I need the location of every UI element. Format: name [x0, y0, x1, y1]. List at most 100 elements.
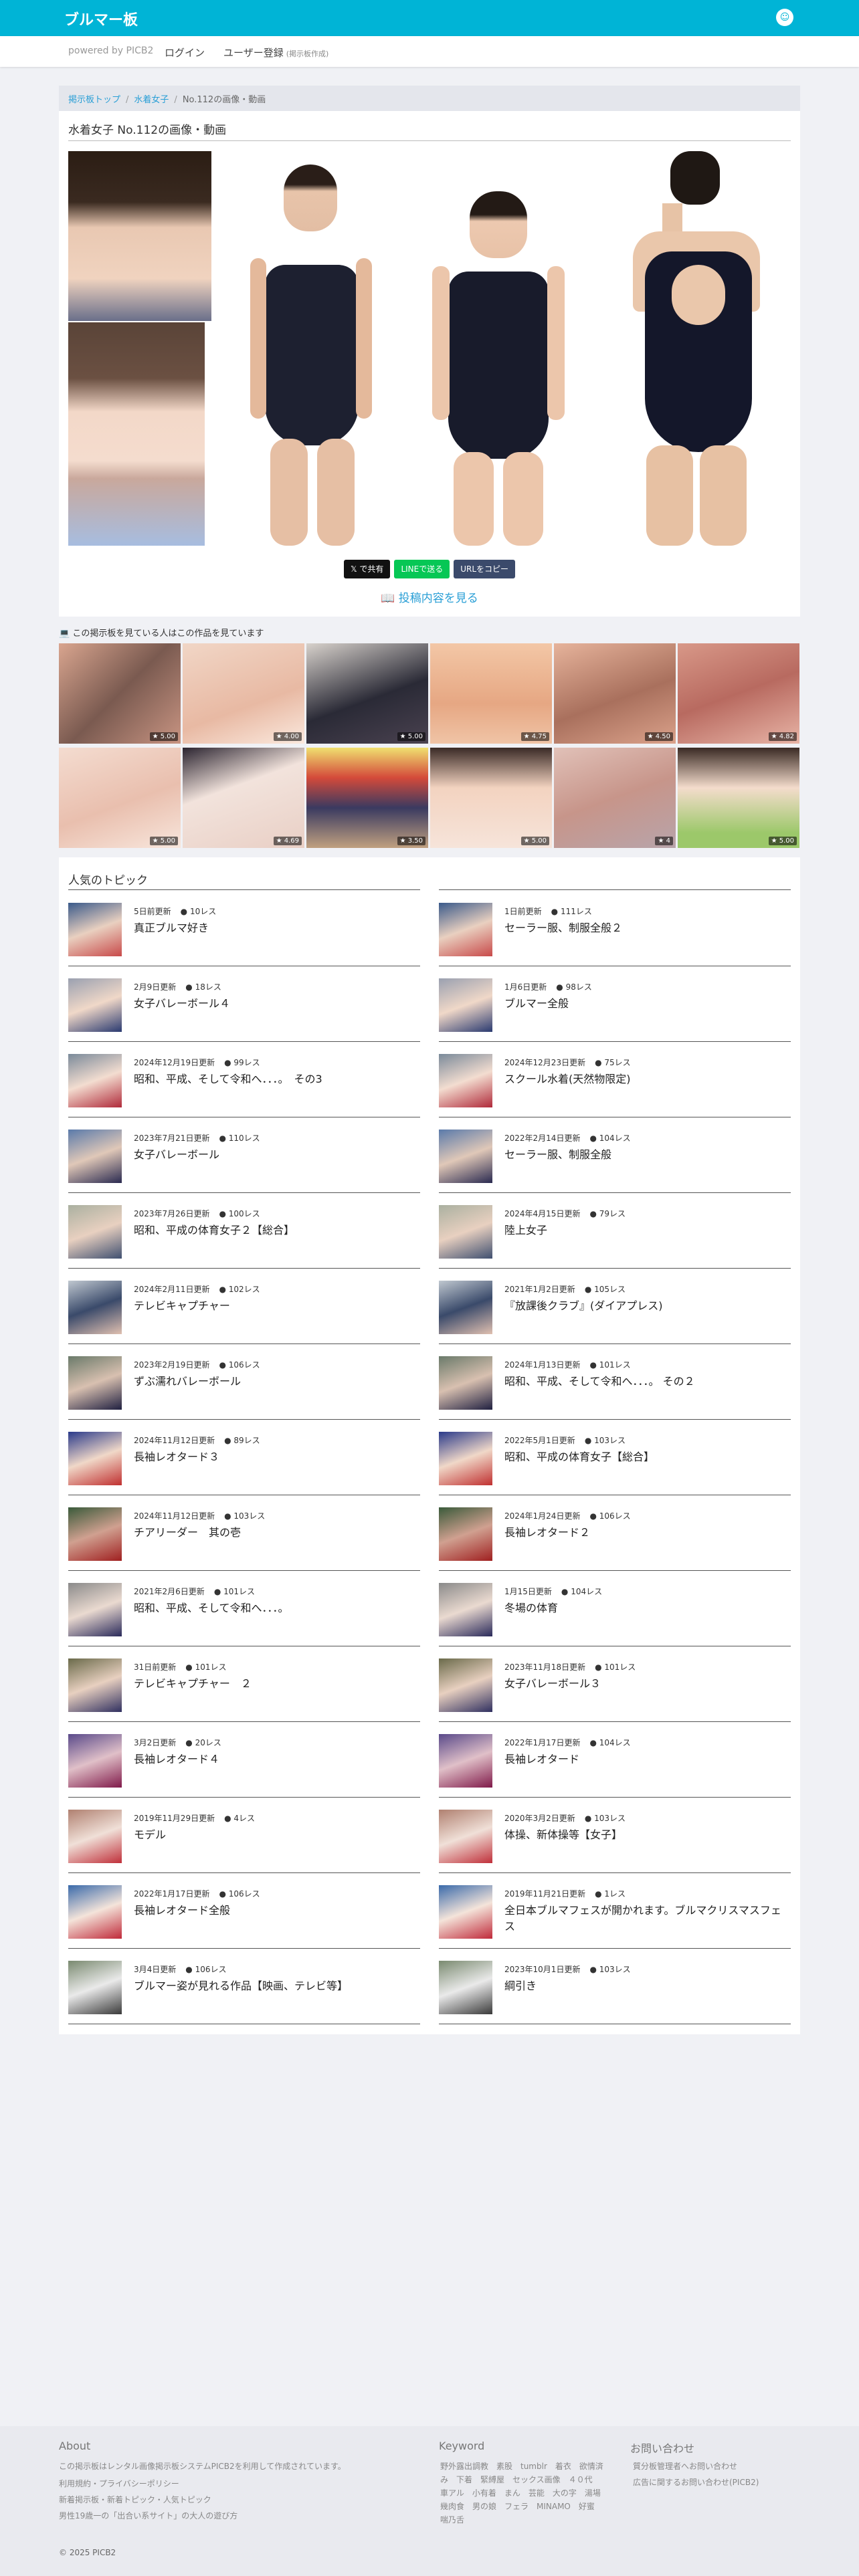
topic-row[interactable]: 2024年12月23日更新 ● 75レス スクール水着(天然物限定) — [439, 1042, 791, 1117]
topic-title[interactable]: 長袖レオタード３ — [134, 1449, 415, 1465]
topic-row[interactable]: 2023年2月19日更新 ● 106レス ずぶ濡れバレーボール — [68, 1344, 420, 1420]
work-thumbnail[interactable]: ★ 4.75 — [430, 643, 552, 744]
topic-row[interactable]: 2023年7月26日更新 ● 100レス 昭和、平成の体育女子２【総合】 — [68, 1193, 420, 1269]
topic-thumbnail[interactable] — [68, 1281, 122, 1334]
topic-title[interactable]: ブルマー全般 — [504, 996, 785, 1012]
topic-title[interactable]: 長袖レオタード — [504, 1751, 785, 1767]
topic-thumbnail[interactable] — [68, 1961, 122, 2014]
topic-row[interactable]: 2024年4月15日更新 ● 79レス 陸上女子 — [439, 1193, 791, 1269]
copy-url-button[interactable]: URLをコピー — [454, 560, 516, 578]
footer-link[interactable]: 男性19歳一の「出合い系サイト」の大人の遊び方 — [59, 2509, 237, 2523]
share-line-button[interactable]: LINEで送る — [394, 560, 450, 578]
topic-title[interactable]: 長袖レオタード２ — [504, 1525, 785, 1541]
topic-row[interactable]: 1日前更新 ● 111レス セーラー服、制服全般２ — [439, 891, 791, 966]
user-circle-icon[interactable]: ☺ — [776, 9, 793, 26]
topic-thumbnail[interactable] — [439, 1658, 492, 1712]
topic-thumbnail[interactable] — [439, 1432, 492, 1485]
gallery-photo-face-2[interactable] — [68, 322, 205, 546]
topic-thumbnail[interactable] — [439, 1130, 492, 1183]
topic-row[interactable]: 2022年5月1日更新 ● 103レス 昭和、平成の体育女子【総合】 — [439, 1420, 791, 1495]
topic-thumbnail[interactable] — [68, 978, 122, 1032]
footer-link[interactable]: 利用規約・プライバシーポリシー — [59, 2477, 179, 2490]
topic-thumbnail[interactable] — [439, 1205, 492, 1259]
topic-title[interactable]: 昭和、平成の体育女子【総合】 — [504, 1449, 785, 1465]
work-thumbnail[interactable]: ★ 4.00 — [183, 643, 304, 744]
topic-title[interactable]: 昭和、平成、そして令和へ．．．。 その２ — [504, 1374, 785, 1390]
share-x-button[interactable]: 𝕏 で共有 — [343, 560, 391, 578]
topic-title[interactable]: ブルマー姿が見れる作品【映画、テレビ等】 — [134, 1978, 415, 1994]
topic-row[interactable]: 1月6日更新 ● 98レス ブルマー全般 — [439, 966, 791, 1042]
topic-title[interactable]: 綱引き — [504, 1978, 785, 1994]
topic-thumbnail[interactable] — [439, 1281, 492, 1334]
topic-title[interactable]: セーラー服、制服全般２ — [504, 920, 785, 936]
topic-thumbnail[interactable] — [68, 1810, 122, 1863]
gallery-photo-figure-1[interactable] — [217, 151, 397, 546]
topic-thumbnail[interactable] — [439, 1356, 492, 1410]
topic-thumbnail[interactable] — [68, 1205, 122, 1259]
topic-title[interactable]: 体操、新体操等【女子】 — [504, 1827, 785, 1843]
topic-row[interactable]: 2024年1月13日更新 ● 101レス 昭和、平成、そして令和へ．．．。 その２ — [439, 1344, 791, 1420]
topic-thumbnail[interactable] — [68, 1432, 122, 1485]
topic-title[interactable]: 昭和、平成の体育女子２【総合】 — [134, 1222, 415, 1239]
gallery-photo-figure-back[interactable] — [598, 151, 791, 546]
breadcrumb-home[interactable]: 掲示板トップ — [68, 95, 120, 105]
gallery-photo-figure-2[interactable] — [397, 191, 598, 546]
topic-title[interactable]: 冬場の体育 — [504, 1600, 785, 1616]
footer-link[interactable]: 新着掲示板・新着トピック・人気トピック — [59, 2493, 211, 2506]
topic-row[interactable]: 2021年2月6日更新 ● 101レス 昭和、平成、そして令和へ．．．。 — [68, 1571, 420, 1646]
topic-row[interactable]: 2024年12月19日更新 ● 99レス 昭和、平成、そして令和へ．．．。 その3 — [68, 1042, 420, 1117]
topic-thumbnail[interactable] — [68, 1658, 122, 1712]
topic-row[interactable]: 2022年2月14日更新 ● 104レス セーラー服、制服全般 — [439, 1117, 791, 1193]
powered-by-link[interactable]: powered by PICB2 — [68, 45, 153, 56]
topic-title[interactable]: 昭和、平成、そして令和へ．．．。 — [134, 1600, 415, 1616]
topic-row[interactable]: 2024年1月24日更新 ● 106レス 長袖レオタード２ — [439, 1495, 791, 1571]
topic-thumbnail[interactable] — [68, 1885, 122, 1939]
topic-thumbnail[interactable] — [439, 978, 492, 1032]
topic-title[interactable]: モデル — [134, 1827, 415, 1843]
work-thumbnail[interactable]: ★ 4.69 — [183, 748, 304, 848]
topic-title[interactable]: 『放課後クラブ』(ダイアプレス) — [504, 1298, 785, 1314]
topic-row[interactable]: 2022年1月17日更新 ● 106レス 長袖レオタード全般 — [68, 1873, 420, 1949]
work-thumbnail[interactable]: ★ 5.00 — [306, 643, 428, 744]
topic-row[interactable]: 2024年2月11日更新 ● 102レス テレビキャプチャー — [68, 1269, 420, 1344]
topic-thumbnail[interactable] — [68, 1356, 122, 1410]
work-thumbnail[interactable]: ★ 4.82 — [678, 643, 799, 744]
topic-title[interactable]: 長袖レオタード４ — [134, 1751, 415, 1767]
topic-thumbnail[interactable] — [439, 1810, 492, 1863]
topic-thumbnail[interactable] — [68, 1130, 122, 1183]
topic-title[interactable]: セーラー服、制服全般 — [504, 1147, 785, 1163]
topic-row[interactable]: 5日前更新 ● 10レス 真正ブルマ好き — [68, 891, 420, 966]
register-link[interactable]: ユーザー登録 (掲示板作成) — [223, 45, 328, 60]
topic-thumbnail[interactable] — [439, 1583, 492, 1636]
image-gallery[interactable] — [68, 151, 791, 546]
footer-contact-link[interactable]: 広告に関するお問い合わせ(PICB2) — [633, 2476, 759, 2489]
gallery-photo-face-1[interactable] — [68, 151, 211, 321]
topic-row[interactable]: 1月15日更新 ● 104レス 冬場の体育 — [439, 1571, 791, 1646]
topic-row[interactable]: 2019年11月21日更新 ● 1レス 全日本ブルマフェスが開かれます。ブルマクリス… — [439, 1873, 791, 1949]
topic-row[interactable]: 2023年11月18日更新 ● 101レス 女子バレーボール３ — [439, 1646, 791, 1722]
topic-row[interactable]: 3月4日更新 ● 106レス ブルマー姿が見れる作品【映画、テレビ等】 — [68, 1949, 420, 2024]
topic-thumbnail[interactable] — [68, 1054, 122, 1107]
topic-title[interactable]: 全日本ブルマフェスが開かれます。ブルマクリスマスフェス — [504, 1903, 785, 1935]
topic-thumbnail[interactable] — [68, 1507, 122, 1561]
topic-row[interactable]: 2月9日更新 ● 18レス 女子バレーボール４ — [68, 966, 420, 1042]
topic-row[interactable]: 2023年7月21日更新 ● 110レス 女子バレーボール — [68, 1117, 420, 1193]
topic-row[interactable]: 2021年1月2日更新 ● 105レス 『放課後クラブ』(ダイアプレス) — [439, 1269, 791, 1344]
topic-title[interactable]: 陸上女子 — [504, 1222, 785, 1239]
topic-thumbnail[interactable] — [439, 903, 492, 956]
footer-contact-link[interactable]: 質分板管理者へお問い合わせ — [633, 2460, 737, 2473]
topic-title[interactable]: チアリーダー 其の壱 — [134, 1525, 415, 1541]
topic-row[interactable]: 2024年11月12日更新 ● 103レス チアリーダー 其の壱 — [68, 1495, 420, 1571]
topic-row[interactable]: 2020年3月2日更新 ● 103レス 体操、新体操等【女子】 — [439, 1798, 791, 1873]
topic-title[interactable]: 真正ブルマ好き — [134, 920, 415, 936]
login-link[interactable]: ログイン — [165, 45, 205, 60]
topic-row[interactable]: 2022年1月17日更新 ● 104レス 長袖レオタード — [439, 1722, 791, 1798]
topic-title[interactable]: 女子バレーボール — [134, 1147, 415, 1163]
topic-title[interactable]: 昭和、平成、そして令和へ．．．。 その3 — [134, 1071, 415, 1087]
footer-keywords[interactable]: 野外露出調教 素股 tumblr 着衣 欲情済み 下着 緊縛屋 セックス画像 ４… — [440, 2460, 609, 2527]
topic-thumbnail[interactable] — [439, 1734, 492, 1788]
topic-title[interactable]: 長袖レオタード全般 — [134, 1903, 415, 1919]
work-thumbnail[interactable]: ★ 4 — [554, 748, 676, 848]
topic-title[interactable]: スクール水着(天然物限定) — [504, 1071, 785, 1087]
topic-title[interactable]: テレビキャプチャー ２ — [134, 1676, 415, 1692]
